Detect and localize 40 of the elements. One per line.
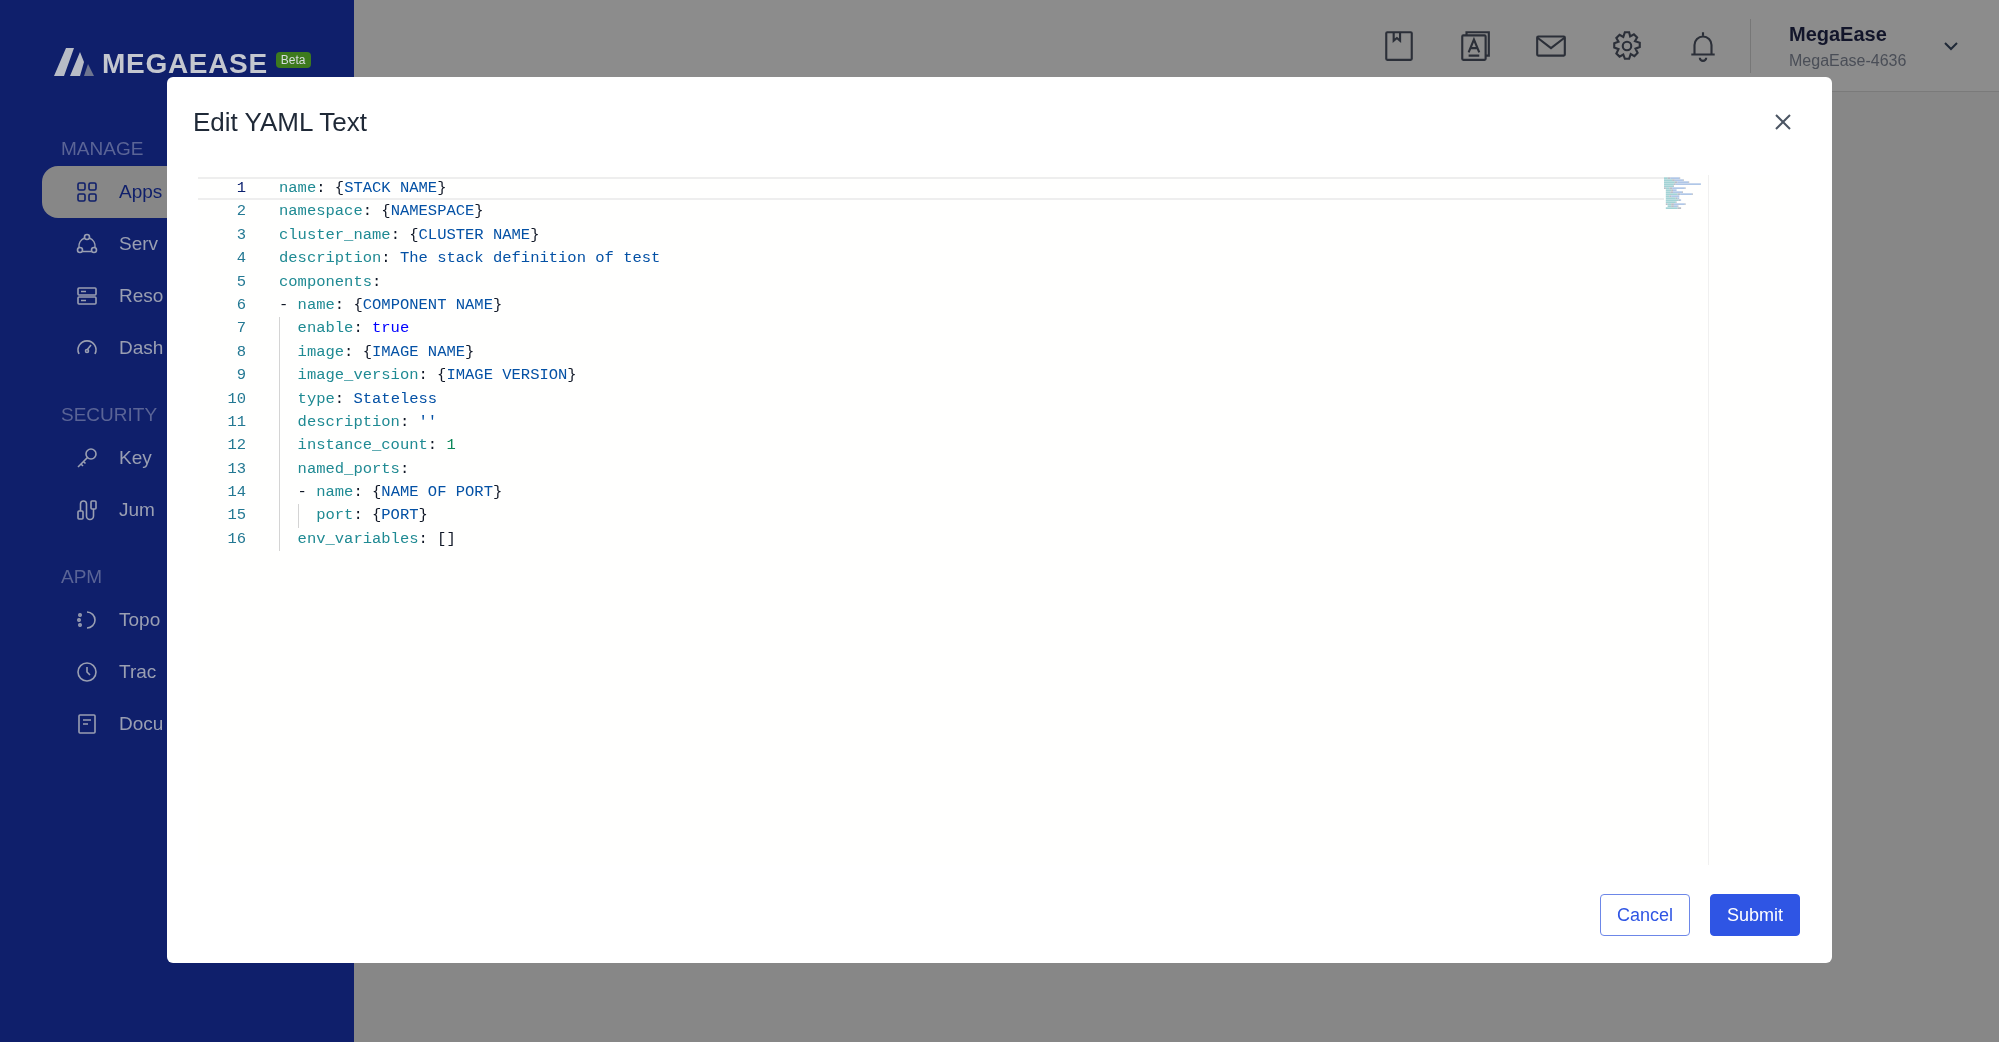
account-id: MegaEase-4636 <box>1789 50 1908 71</box>
code-line: port: {PORT} <box>316 506 428 526</box>
section-title: MANAGE <box>61 136 144 161</box>
code-line: env_variables: [] <box>297 529 456 550</box>
code-line: description: The stack definition of test <box>279 249 661 269</box>
code-line: namespace: {NAMESPACE} <box>279 202 484 222</box>
line-number: 11 <box>226 412 246 433</box>
line-number: 2 <box>235 202 246 222</box>
line-number: 7 <box>235 319 246 339</box>
code-line: cluster_name: {CLUSTER NAME} <box>279 225 540 246</box>
line-number: 6 <box>235 295 246 316</box>
line-number: 3 <box>235 225 246 246</box>
section-title: APM <box>61 564 103 589</box>
line-number: 14 <box>226 483 246 503</box>
line-number: 13 <box>226 459 246 480</box>
beta-badge: Beta <box>275 52 311 68</box>
line-number: 5 <box>235 272 246 292</box>
dialog-title: Edit YAML Text <box>193 105 367 139</box>
line-number: 1 <box>235 179 246 199</box>
line-number: 9 <box>235 366 246 386</box>
line-number: 4 <box>235 249 246 269</box>
code-line: image_version: {IMAGE VERSION} <box>297 366 577 386</box>
code-line: type: Stateless <box>297 389 438 409</box>
code-line: enable: true <box>297 319 410 339</box>
line-number: 16 <box>226 529 246 550</box>
code-line: - name: {NAME OF PORT} <box>297 483 503 503</box>
section-title: SECURITY <box>61 402 158 427</box>
code-line: image: {IMAGE NAME} <box>297 342 475 363</box>
brand-name: MEGAEASE <box>102 47 268 81</box>
user-name: MegaEase <box>1789 21 1888 47</box>
line-number: 15 <box>226 506 246 526</box>
code-line: name: {STACK NAME} <box>279 179 447 199</box>
code-line: description: '' <box>297 412 438 433</box>
line-number: 10 <box>226 389 246 409</box>
line-number: 12 <box>226 436 246 456</box>
code-line: named_ports: <box>297 459 410 480</box>
code-line: - name: {COMPONENT NAME} <box>279 295 503 316</box>
line-number: 8 <box>235 342 246 363</box>
code-line: instance_count: 1 <box>297 436 456 456</box>
code-line: components: <box>279 272 382 292</box>
